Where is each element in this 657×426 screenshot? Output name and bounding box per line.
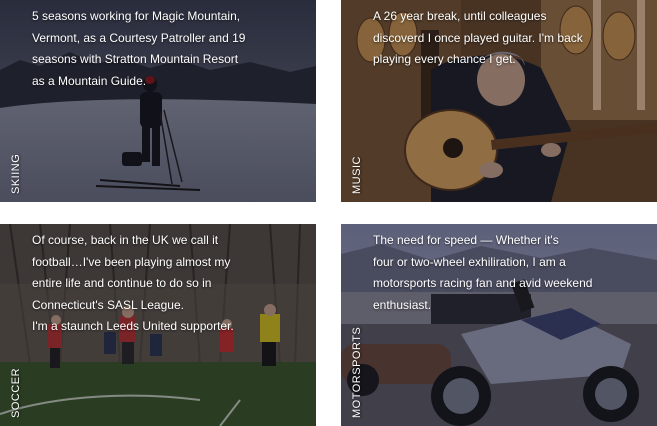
motorsports-label: MOTORSPORTS (351, 326, 363, 418)
music-label: MUSIC (351, 156, 363, 194)
hobby-tile-music[interactable]: A 26 year break, until colleagues discov… (341, 0, 657, 202)
hobby-tile-skiing[interactable]: 5 seasons working for Magic Mountain, Ve… (0, 0, 316, 202)
music-caption: A 26 year break, until colleagues discov… (373, 9, 583, 66)
motorsports-caption: The need for speed — Whether it's four o… (373, 233, 593, 312)
soccer-caption: Of course, back in the UK we call it foo… (32, 233, 234, 333)
skiing-label: SKIING (10, 153, 22, 194)
soccer-label: SOCCER (10, 367, 22, 418)
hobbies-grid: 5 seasons working for Magic Mountain, Ve… (0, 0, 657, 426)
hobby-tile-motorsports[interactable]: The need for speed — Whether it's four o… (341, 224, 657, 426)
hobby-tile-soccer[interactable]: Of course, back in the UK we call it foo… (0, 224, 316, 426)
skiing-caption: 5 seasons working for Magic Mountain, Ve… (32, 9, 246, 88)
